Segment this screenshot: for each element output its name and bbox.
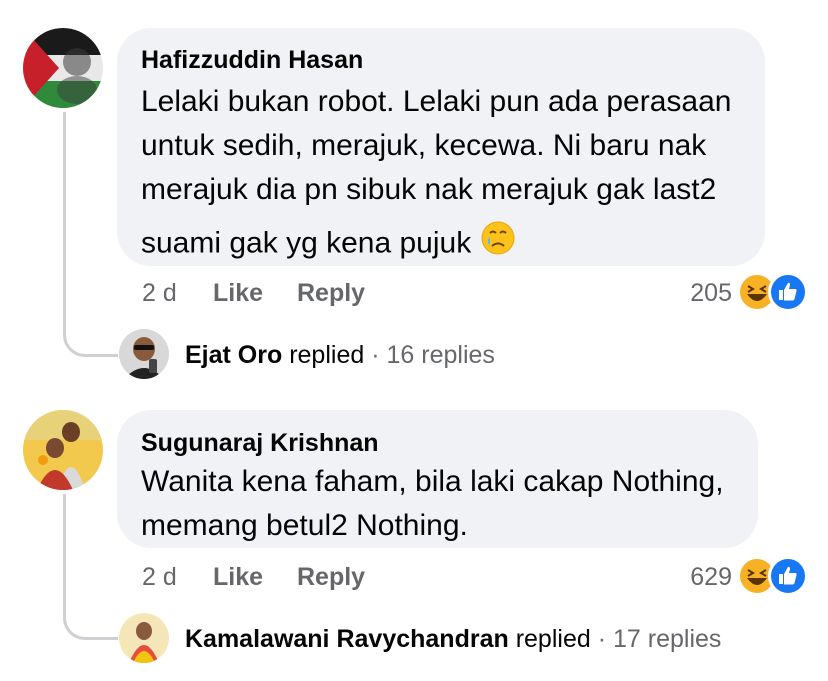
reply-button[interactable]: Reply [297, 563, 365, 592]
avatar-image [23, 410, 103, 490]
comment-line: memang betul2 Nothing. [141, 509, 468, 542]
like-reaction-icon[interactable] [768, 272, 808, 312]
comment-line-last: suami gak yg kena pujuk [141, 220, 751, 269]
reply-author[interactable]: Ejat Oro [185, 341, 282, 369]
thread-connector [63, 112, 118, 357]
comment-line: untuk sedih, merajuk, kecewa. Ni baru na… [141, 129, 707, 162]
comment-author[interactable]: Hafizzuddin Hasan [141, 46, 363, 75]
view-replies-link[interactable]: Ejat Oro replied · 16 replies [185, 341, 495, 370]
avatar[interactable] [23, 410, 103, 490]
reply-avatar[interactable] [119, 329, 169, 379]
reaction-count[interactable]: 629 [660, 563, 732, 592]
comment-line: Wanita kena faham, bila laki cakap Nothi… [141, 465, 724, 498]
avatar[interactable] [23, 28, 103, 108]
comment-timestamp[interactable]: 2 d [142, 563, 177, 592]
comment-timestamp[interactable]: 2 d [142, 279, 177, 308]
comment-line: merajuk dia pn sibuk nak merajuk gak las… [141, 173, 717, 206]
avatar-image [23, 28, 103, 108]
replied-label: replied [289, 341, 365, 369]
like-reaction-icon[interactable] [768, 556, 808, 596]
reply-button[interactable]: Reply [297, 279, 365, 308]
crying-face-icon [480, 220, 516, 269]
comment-author[interactable]: Sugunaraj Krishnan [141, 429, 379, 458]
replied-label: replied [515, 625, 591, 653]
reply-avatar-image [119, 613, 169, 663]
view-replies-link[interactable]: Kamalawani Ravychandran replied · 17 rep… [185, 625, 721, 654]
thread-connector [63, 494, 118, 640]
reply-count: 17 replies [613, 625, 722, 653]
comment-line: Lelaki bukan robot. Lelaki pun ada peras… [141, 85, 732, 118]
separator-dot: · [597, 625, 607, 653]
comment-line: suami gak yg kena pujuk [141, 226, 472, 260]
reply-author[interactable]: Kamalawani Ravychandran [185, 625, 509, 653]
reaction-count[interactable]: 205 [660, 279, 732, 308]
like-button[interactable]: Like [213, 279, 263, 308]
reply-count: 16 replies [386, 341, 495, 369]
separator-dot: · [371, 341, 380, 369]
reply-avatar-image [119, 329, 169, 379]
reply-avatar[interactable] [119, 613, 169, 663]
like-button[interactable]: Like [213, 563, 263, 592]
comment-text: Lelaki bukan robot. Lelaki pun ada peras… [141, 80, 751, 269]
comment-text: Wanita kena faham, bila laki cakap Nothi… [141, 460, 751, 548]
